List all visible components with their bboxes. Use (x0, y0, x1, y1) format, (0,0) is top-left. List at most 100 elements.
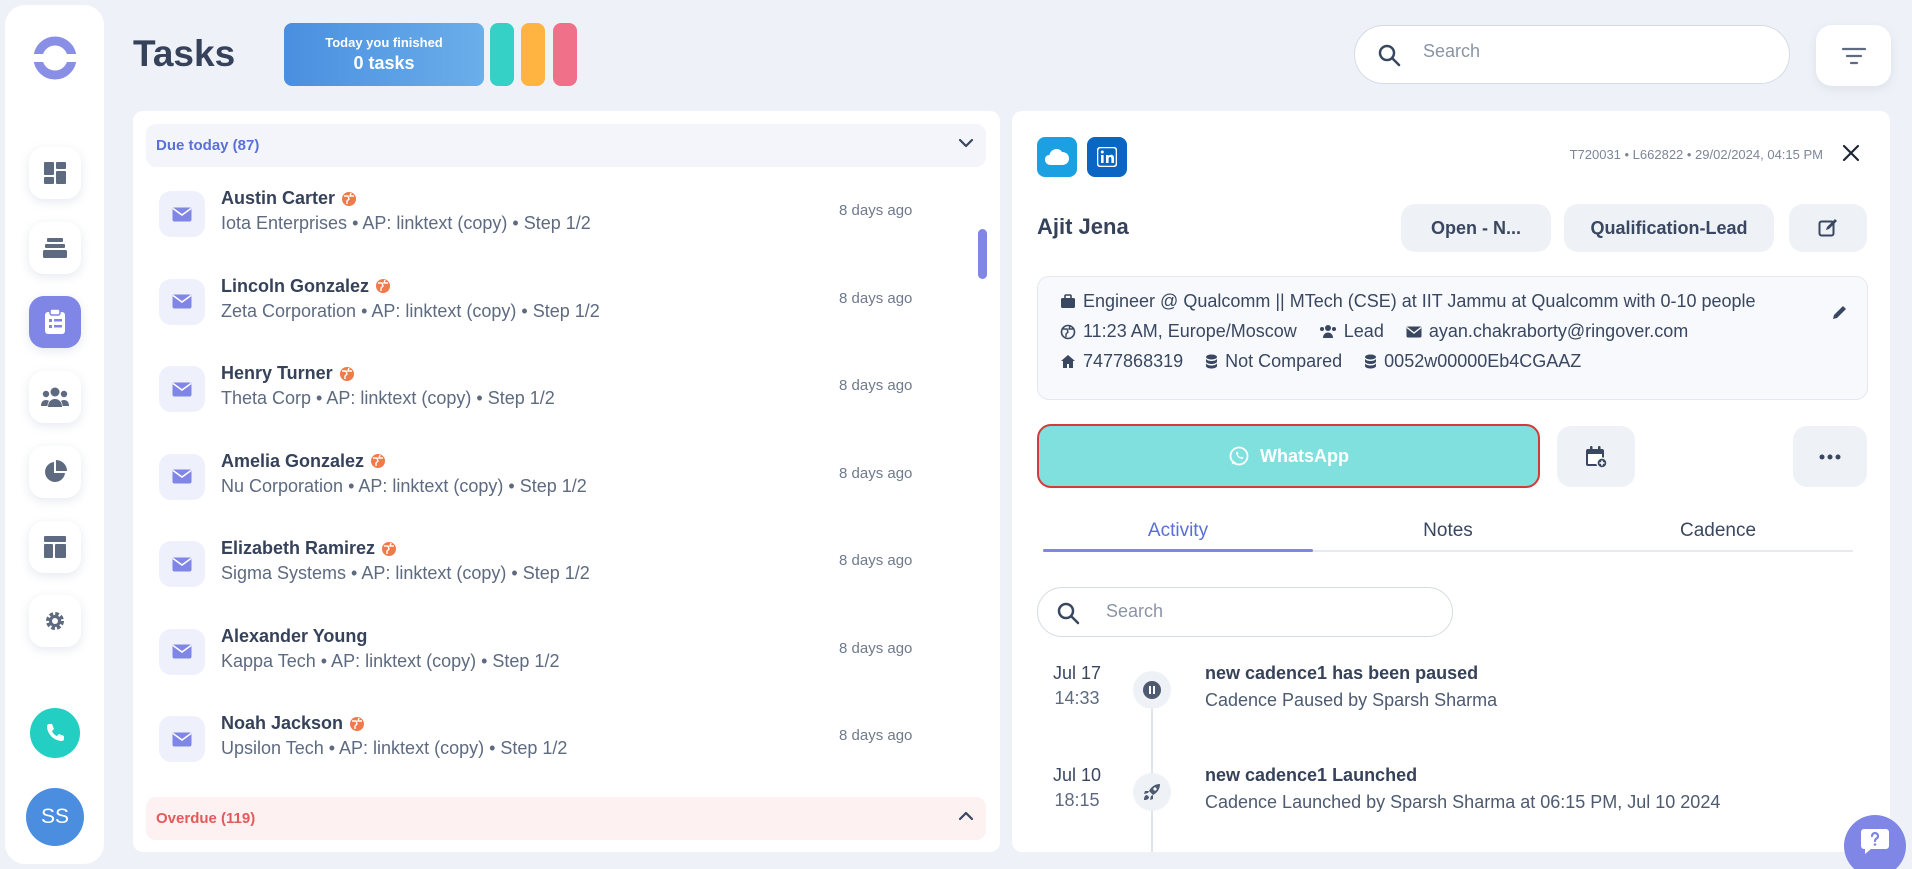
whatsapp-icon (1228, 445, 1250, 467)
task-row[interactable]: Alexander Young Kappa Tech • AP: linktext… (133, 615, 973, 703)
pencil-icon[interactable] (1831, 303, 1849, 321)
task-type-pill-teal[interactable] (490, 23, 514, 86)
status-button[interactable]: Open - N... (1401, 204, 1551, 252)
layers-icon (43, 237, 67, 259)
mail-icon (159, 716, 205, 762)
due-today-label: Due today (87) (156, 137, 260, 154)
event-date: Jul 17 (1052, 663, 1102, 683)
search-icon (1056, 601, 1080, 625)
mail-icon (159, 191, 205, 237)
mail-icon (159, 453, 205, 500)
lead-detail-panel: T720031 • L662822 • 29/02/2024, 04:15 PM… (1012, 111, 1890, 852)
mail-icon (159, 541, 205, 587)
sidebar: SS (5, 5, 104, 864)
tab-cadence[interactable]: Cadence (1583, 520, 1853, 542)
task-rows: Austin Carter Iota Enterprises • AP: link… (133, 177, 973, 790)
scrollbar-thumb[interactable] (978, 229, 987, 279)
sidebar-item-cadences[interactable] (29, 222, 81, 274)
event-title: new cadence1 Launched (1205, 765, 1418, 785)
task-details: Kappa Tech • AP: linktext (copy) • Step … (221, 650, 560, 671)
task-row[interactable]: Henry Turner Theta Corp • AP: linktext (c… (133, 352, 973, 440)
phone-button[interactable] (30, 708, 80, 758)
tab-activity[interactable]: Activity (1043, 520, 1313, 542)
app-logo-icon[interactable] (32, 35, 78, 81)
more-dots-icon (1819, 454, 1841, 460)
salesforce-logo-icon[interactable] (1037, 137, 1077, 177)
tab-notes[interactable]: Notes (1313, 520, 1583, 542)
globe-icon (341, 191, 357, 207)
search-input[interactable] (1423, 41, 1763, 62)
phone-icon (45, 723, 65, 743)
due-today-group-header[interactable]: Due today (87) (146, 124, 986, 167)
task-row[interactable]: Elizabeth Ramirez Sigma Systems • AP: lin… (133, 527, 973, 615)
sidebar-item-templates[interactable] (29, 521, 81, 573)
search-bar (1354, 25, 1790, 84)
event-title: new cadence1 has been paused (1205, 663, 1479, 683)
globe-icon (339, 366, 355, 382)
overdue-group-header[interactable]: Overdue (119) (146, 797, 986, 840)
activity-search-input[interactable] (1106, 601, 1426, 622)
sidebar-item-tasks[interactable] (29, 296, 81, 348)
detail-tabs: Activity Notes Cadence (1043, 514, 1853, 552)
task-contact-name: Amelia Gonzalez (221, 450, 365, 471)
page-title: Tasks (133, 33, 236, 74)
globe-icon (375, 278, 391, 294)
sidebar-item-dashboard[interactable] (29, 147, 81, 199)
task-details: Upsilon Tech • AP: linktext (copy) • Ste… (221, 738, 568, 758)
lead-phone[interactable]: 7477868319 (1083, 351, 1183, 372)
database-icon (1364, 354, 1377, 370)
chevron-down-icon[interactable] (958, 138, 974, 148)
lead-type: Lead (1343, 321, 1384, 341)
gear-icon (43, 609, 67, 633)
task-contact-name: Henry Turner (221, 363, 333, 383)
search-icon (1377, 43, 1401, 67)
lead-name: Ajit Jena (1037, 214, 1129, 239)
globe-icon (370, 453, 386, 469)
sidebar-item-settings[interactable] (29, 595, 81, 647)
more-options-button[interactable] (1793, 426, 1867, 487)
event-description: Cadence Launched by Sparsh Sharma at 06:… (1205, 792, 1721, 812)
close-icon[interactable] (1842, 144, 1860, 162)
today-finished-card: Today you finished 0 tasks (284, 23, 484, 86)
chevron-up-icon[interactable] (958, 811, 974, 821)
task-time: 8 days ago (839, 639, 913, 657)
event-time: 14:33 (1054, 688, 1100, 708)
event-time: 18:15 (1054, 790, 1100, 810)
schedule-button[interactable] (1557, 426, 1635, 487)
task-contact-name: Alexander Young (221, 625, 368, 646)
avatar[interactable]: SS (26, 788, 84, 846)
people-icon (41, 386, 69, 408)
task-list-panel: Due today (87) Austin Carter Iota Enterpr… (133, 111, 1000, 852)
task-row[interactable]: Amelia Gonzalez Nu Corporation • AP: link… (133, 440, 973, 528)
today-finished-label: Today you finished (325, 35, 443, 50)
globe-icon (349, 716, 365, 732)
task-contact-name: Noah Jackson (221, 713, 344, 733)
whatsapp-label: WhatsApp (1260, 445, 1349, 466)
stage-button[interactable]: Qualification-Lead (1564, 204, 1774, 252)
help-button[interactable] (1844, 815, 1906, 869)
task-row[interactable]: Lincoln Gonzalez Zeta Corporation • AP: l… (133, 265, 973, 353)
linkedin-logo-icon[interactable] (1087, 137, 1127, 177)
lead-email[interactable]: ayan.chakraborty@ringover.com (1429, 321, 1688, 342)
template-icon (43, 535, 67, 559)
dashboard-icon (43, 161, 67, 185)
task-name-wrap: Alexander Young (221, 626, 367, 647)
lead-crm-id: 0052w00000Eb4CGAAZ (1384, 351, 1582, 371)
filter-button[interactable] (1816, 25, 1891, 86)
sidebar-item-people[interactable] (29, 371, 81, 423)
rocket-icon (1133, 773, 1171, 811)
briefcase-icon (1060, 294, 1076, 309)
filter-icon (1841, 47, 1866, 65)
sidebar-item-statistics[interactable] (29, 446, 81, 498)
task-row[interactable]: Austin Carter Iota Enterprises • AP: link… (133, 177, 973, 265)
task-type-pill-pink[interactable] (553, 23, 577, 86)
task-contact-name: Austin Carter (221, 188, 336, 208)
task-row[interactable]: Noah Jackson Upsilon Tech • AP: linktext … (133, 702, 973, 790)
task-time: 8 days ago (839, 377, 913, 394)
task-type-pill-orange[interactable] (521, 23, 545, 86)
edit-lead-button[interactable] (1789, 204, 1867, 252)
email-icon (1406, 326, 1422, 338)
whatsapp-button[interactable]: WhatsApp (1037, 424, 1540, 488)
tasks-clipboard-icon (44, 309, 66, 335)
task-name-wrap: Lincoln Gonzalez (221, 276, 391, 297)
